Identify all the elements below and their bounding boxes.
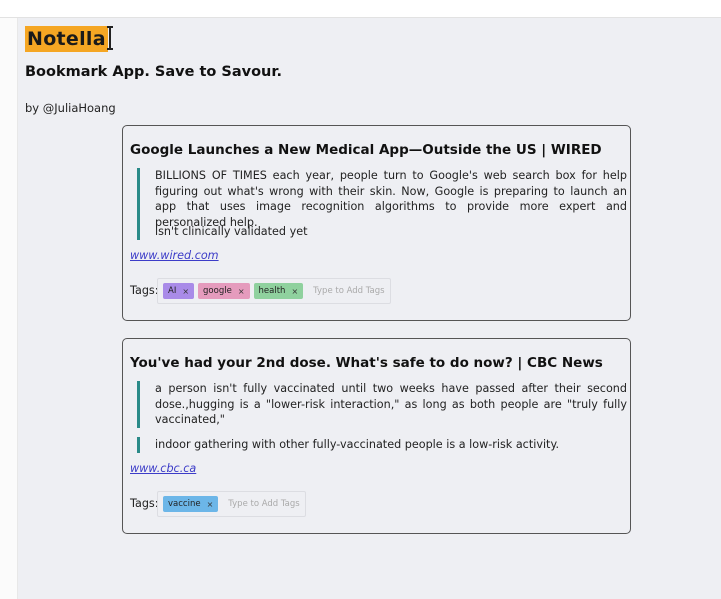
app-container: Notella Bookmark App. Save to Savour. by…	[18, 18, 721, 599]
tags-input-box[interactable]: vaccine × Type to Add Tags	[157, 491, 306, 517]
tag-label: google	[203, 286, 232, 296]
tag-ai[interactable]: AI ×	[163, 283, 195, 299]
app-logo[interactable]: Notella	[25, 26, 108, 52]
bookmark-highlight: indoor gathering with other fully-vaccin…	[137, 437, 627, 453]
tag-remove-icon[interactable]: ×	[182, 287, 189, 296]
tags-input-box[interactable]: AI × google × health × Type to Add Tags	[157, 278, 391, 304]
tag-label: health	[258, 286, 286, 296]
author-byline: by @JuliaHoang	[25, 101, 116, 115]
tag-vaccine[interactable]: vaccine ×	[163, 496, 219, 512]
bookmark-card: You've had your 2nd dose. What's safe to…	[122, 338, 631, 534]
bookmark-title: Google Launches a New Medical App—Outsid…	[130, 142, 602, 158]
tag-input-placeholder[interactable]: Type to Add Tags	[228, 499, 299, 509]
tag-remove-icon[interactable]: ×	[291, 287, 298, 296]
left-gutter	[0, 18, 18, 599]
tag-label: vaccine	[168, 499, 201, 509]
tag-remove-icon[interactable]: ×	[238, 287, 245, 296]
bookmark-highlight: isn't clinically validated yet	[137, 224, 627, 240]
bookmark-link[interactable]: www.cbc.ca	[130, 462, 196, 475]
bookmark-title: You've had your 2nd dose. What's safe to…	[130, 355, 603, 371]
bookmark-link[interactable]: www.wired.com	[130, 249, 219, 262]
bookmark-highlight: BILLIONS OF TIMES each year, people turn…	[137, 168, 627, 230]
app-tagline: Bookmark App. Save to Savour.	[25, 64, 282, 80]
tag-input-placeholder[interactable]: Type to Add Tags	[313, 286, 384, 296]
bookmark-card: Google Launches a New Medical App—Outsid…	[122, 125, 631, 321]
tags-label: Tags:	[130, 497, 159, 510]
text-cursor-icon	[107, 26, 113, 50]
tag-label: AI	[168, 286, 177, 296]
tags-label: Tags:	[130, 284, 159, 297]
bookmark-highlight: a person isn't fully vaccinated until tw…	[137, 381, 627, 428]
tag-health[interactable]: health ×	[253, 283, 304, 299]
tag-google[interactable]: google ×	[198, 283, 250, 299]
tag-remove-icon[interactable]: ×	[207, 500, 214, 509]
